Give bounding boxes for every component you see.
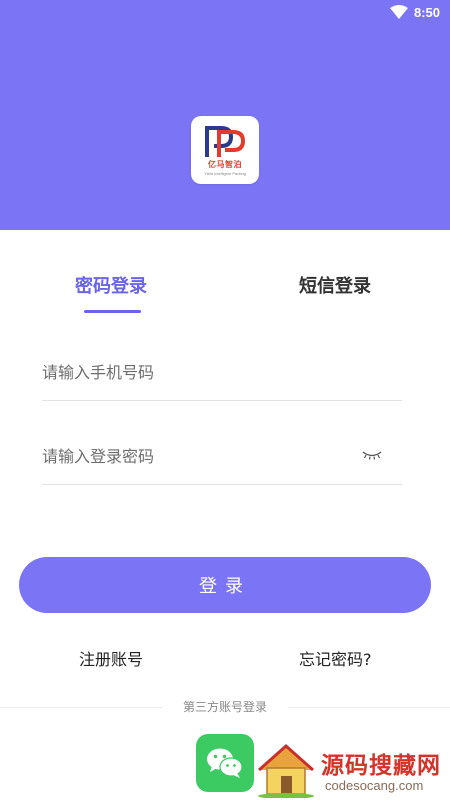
header-banner: 8:50 亿马智泊 YiMa Intelligent Parking (0, 0, 450, 230)
register-link[interactable]: 注册账号 (79, 646, 143, 670)
login-tabs: 密码登录 短信登录 (0, 272, 450, 322)
watermark-title: 源码搜藏网 (321, 753, 441, 779)
password-field (42, 428, 402, 485)
house-icon (258, 743, 314, 798)
app-logo: 亿马智泊 YiMa Intelligent Parking (191, 116, 259, 184)
eye-closed-icon[interactable] (362, 450, 382, 460)
status-bar: 8:50 (389, 3, 440, 21)
password-input[interactable] (42, 428, 342, 484)
logo-sub-text: YiMa Intelligent Parking (204, 171, 246, 176)
wifi-icon (389, 5, 408, 19)
divider-left (0, 707, 162, 708)
active-tab-indicator (84, 310, 141, 313)
watermark: 源码搜藏网 codesocang.com (255, 740, 450, 800)
third-party-label: 第三方账号登录 (182, 700, 267, 714)
wechat-login-button[interactable] (196, 734, 254, 792)
phone-input[interactable] (42, 344, 342, 400)
wechat-icon (207, 748, 243, 778)
logo-brand-text: 亿马智泊 (208, 160, 242, 169)
tab-password-login[interactable]: 密码登录 (75, 272, 147, 298)
watermark-url: codesocang.com (325, 778, 424, 793)
login-button[interactable]: 登录 (19, 557, 431, 613)
forgot-password-link[interactable]: 忘记密码? (299, 646, 372, 670)
divider-right (288, 707, 450, 708)
status-time: 8:50 (413, 4, 440, 20)
tab-sms-login[interactable]: 短信登录 (299, 272, 371, 298)
app-logo-icon (205, 126, 246, 157)
phone-field (42, 344, 402, 401)
